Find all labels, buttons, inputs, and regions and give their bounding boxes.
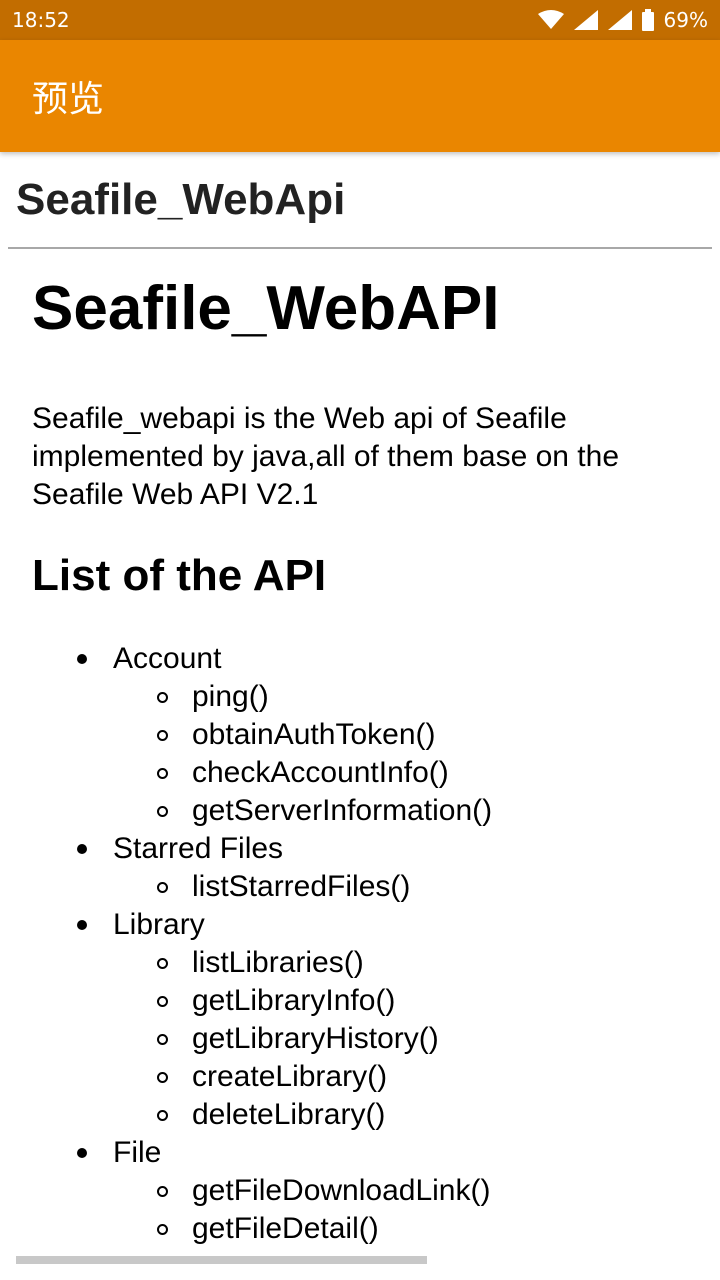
signal-icon [573, 10, 598, 30]
api-group: Starred Files listStarredFiles() [32, 830, 702, 906]
bullet-disc-icon [77, 844, 87, 855]
api-group-label: Account [113, 642, 222, 676]
api-group: Account ping() obtainAuthToken() checkAccou… [32, 640, 702, 830]
api-group: File getFileDownloadLink() getFileDetail() [32, 1134, 702, 1248]
api-method-label: getFileDownloadLink() [192, 1174, 491, 1208]
api-method-label: getFileDetail() [192, 1212, 379, 1246]
document-content[interactable]: Seafile_WebAPI Seafile_webapi is the Web… [32, 272, 702, 1248]
bullet-circle-icon [157, 729, 168, 741]
document-header: Seafile_WebApi [8, 152, 712, 249]
api-method-item: getLibraryInfo() [32, 982, 702, 1020]
api-method-item: getLibraryHistory() [32, 1020, 702, 1058]
api-group-row: Library [32, 906, 702, 944]
api-method-item: listLibraries() [32, 944, 702, 982]
status-icons: 69% [537, 8, 708, 32]
heading-h1: Seafile_WebAPI [32, 274, 500, 343]
api-method-item: listStarredFiles() [32, 868, 702, 906]
api-group-label: Starred Files [113, 832, 284, 866]
bullet-circle-icon [157, 691, 168, 703]
battery-icon [641, 9, 654, 31]
bullet-disc-icon [77, 654, 87, 665]
api-method-label: ping() [192, 680, 269, 714]
api-method-item: obtainAuthToken() [32, 716, 702, 754]
signal-icon [607, 10, 632, 30]
api-group-row: File [32, 1134, 702, 1172]
api-method-item: getFileDownloadLink() [32, 1172, 702, 1210]
bullet-circle-icon [157, 995, 168, 1007]
api-method-item: getFileDetail() [32, 1210, 702, 1248]
status-time: 18:52 [12, 8, 70, 32]
document-file-title: Seafile_WebApi [16, 174, 346, 224]
bullet-circle-icon [157, 881, 168, 893]
api-method-label: getLibraryHistory() [192, 1022, 439, 1056]
api-method-item: ping() [32, 678, 702, 716]
api-method-label: listStarredFiles() [192, 870, 411, 904]
wifi-icon [537, 10, 564, 30]
api-method-label: listLibraries() [192, 946, 364, 980]
api-method-label: deleteLibrary() [192, 1098, 386, 1132]
api-method-item: deleteLibrary() [32, 1096, 702, 1134]
bullet-circle-icon [157, 1109, 168, 1121]
bullet-circle-icon [157, 1223, 168, 1235]
battery-percent: 69% [663, 8, 708, 32]
bullet-circle-icon [157, 805, 168, 817]
api-method-item: createLibrary() [32, 1058, 702, 1096]
api-method-item: getServerInformation() [32, 792, 702, 830]
api-method-label: getLibraryInfo() [192, 984, 396, 1018]
api-group-label: Library [113, 908, 205, 942]
bullet-circle-icon [157, 767, 168, 779]
api-group-label: File [113, 1136, 162, 1170]
api-method-label: obtainAuthToken() [192, 718, 436, 752]
bullet-circle-icon [157, 1071, 168, 1083]
api-group-row: Account [32, 640, 702, 678]
api-method-label: checkAccountInfo() [192, 756, 449, 790]
api-group-row: Starred Files [32, 830, 702, 868]
bullet-circle-icon [157, 1033, 168, 1045]
app-bar: 预览 [0, 40, 720, 152]
bullet-circle-icon [157, 1185, 168, 1197]
api-method-label: getServerInformation() [192, 794, 493, 828]
api-group: Library listLibraries() getLibraryInfo() ge… [32, 906, 702, 1134]
api-method-label: createLibrary() [192, 1060, 388, 1094]
app-title: 预览 [32, 79, 105, 120]
horizontal-scrollbar[interactable] [16, 1256, 427, 1264]
bullet-disc-icon [77, 1148, 87, 1159]
api-method-item: checkAccountInfo() [32, 754, 702, 792]
intro-paragraph: Seafile_webapi is the Web api of Seafile… [32, 402, 620, 511]
bullet-circle-icon [157, 957, 168, 969]
status-bar: 18:52 69% [0, 0, 720, 40]
heading-h2: List of the API [32, 551, 327, 600]
bullet-disc-icon [77, 920, 87, 931]
api-list: Account ping() obtainAuthToken() checkAccou… [32, 640, 702, 1248]
